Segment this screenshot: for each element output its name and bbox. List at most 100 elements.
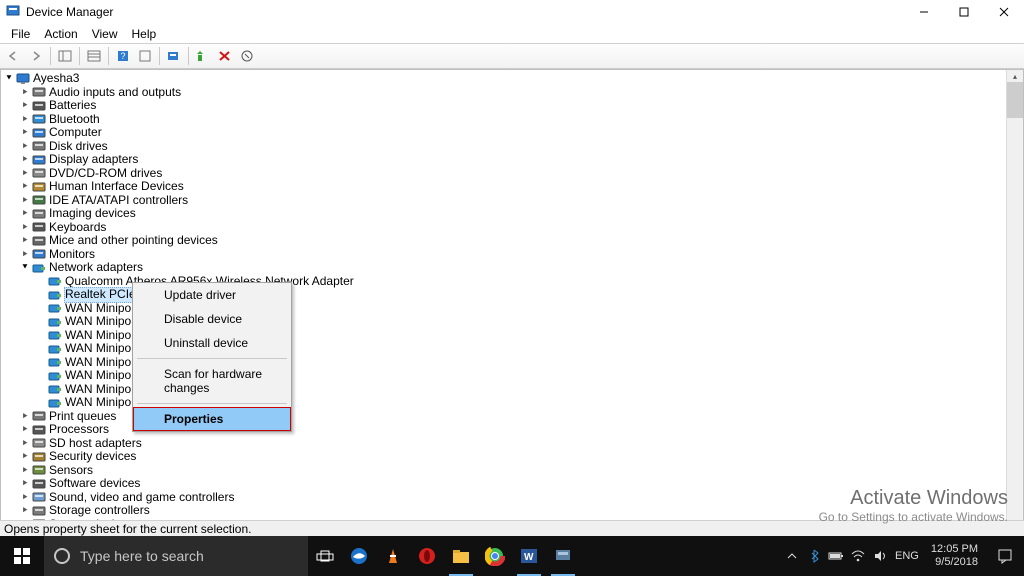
clock-time: 12:05 PM [931, 543, 978, 556]
tree-row[interactable]: ⯈Security devices [3, 450, 1023, 464]
tree-label: Human Interface Devices [49, 180, 184, 194]
tree-row[interactable]: ⯈Sensors [3, 464, 1023, 478]
expand-arrow-icon[interactable]: ⯈ [19, 167, 31, 179]
tray-battery-icon[interactable] [825, 536, 847, 576]
help-button[interactable]: ? [113, 46, 133, 66]
action-center-button[interactable] [986, 536, 1024, 576]
scroll-thumb[interactable] [1007, 82, 1023, 118]
menu-item-properties[interactable]: Properties [133, 407, 291, 431]
expand-arrow-icon[interactable]: ⯈ [19, 478, 31, 490]
tray-bluetooth-icon[interactable] [803, 536, 825, 576]
nav-forward-button[interactable] [26, 46, 46, 66]
tree-label: Storage controllers [49, 504, 150, 518]
tree-row[interactable]: ⯈Monitors [3, 248, 1023, 262]
device-icon [31, 153, 46, 166]
start-button[interactable] [0, 536, 44, 576]
expand-arrow-icon[interactable]: ⯈ [19, 194, 31, 206]
task-view-button[interactable] [308, 536, 342, 576]
expand-arrow-icon[interactable]: ⯈ [19, 100, 31, 112]
tray-clock[interactable]: 12:05 PM 9/5/2018 [923, 543, 986, 569]
tree-row[interactable]: ⯈ Human Interface Devices [3, 180, 1023, 194]
taskbar-app-explorer[interactable] [444, 536, 478, 576]
tree-row[interactable]: ⯈ Imaging devices [3, 207, 1023, 221]
tree-row[interactable]: ⯈Software devices [3, 477, 1023, 491]
expand-arrow-icon[interactable]: ⯈ [19, 491, 31, 503]
taskbar-app-edge[interactable] [342, 536, 376, 576]
update-driver-button[interactable] [193, 46, 213, 66]
expand-arrow-icon[interactable]: ⯈ [19, 505, 31, 517]
tree-row[interactable]: ⯈Display adapters [3, 153, 1023, 167]
close-button[interactable] [984, 0, 1024, 24]
toolbar-details-button[interactable] [84, 46, 104, 66]
collapse-arrow-icon[interactable]: ⯆ [19, 262, 31, 274]
menu-item-scan-hardware[interactable]: Scan for hardware changes [133, 362, 291, 400]
menu-help[interactable]: Help [125, 25, 164, 43]
device-icon [31, 491, 46, 504]
status-bar: Opens property sheet for the current sel… [0, 520, 1024, 536]
menu-file[interactable]: File [4, 25, 37, 43]
tree-label: Keyboards [49, 221, 106, 235]
tree-row[interactable]: ⯈Mice and other pointing devices [3, 234, 1023, 248]
menu-item-uninstall-device[interactable]: Uninstall device [133, 331, 291, 355]
taskbar-app-vlc[interactable] [376, 536, 410, 576]
tree-row[interactable]: ⯆Ayesha3 [3, 72, 1023, 86]
expand-arrow-icon[interactable]: ⯈ [19, 437, 31, 449]
tray-volume-icon[interactable] [869, 536, 891, 576]
tree-row[interactable]: ⯈Batteries [3, 99, 1023, 113]
expand-arrow-icon[interactable]: ⯈ [19, 424, 31, 436]
expand-arrow-icon[interactable]: ⯈ [19, 235, 31, 247]
nav-back-button[interactable] [4, 46, 24, 66]
tree-row[interactable]: ⯈Audio inputs and outputs [3, 86, 1023, 100]
tray-wifi-icon[interactable] [847, 536, 869, 576]
expand-arrow-icon[interactable]: ⯈ [19, 113, 31, 125]
taskbar-app-opera[interactable] [410, 536, 444, 576]
device-icon [31, 450, 46, 463]
expand-arrow-icon[interactable]: ⯈ [19, 127, 31, 139]
minimize-button[interactable] [904, 0, 944, 24]
collapse-arrow-icon[interactable]: ⯆ [3, 73, 15, 85]
tree-label: WAN Miniport [65, 302, 139, 316]
tree-row[interactable]: ⯈IDE ATA/ATAPI controllers [3, 194, 1023, 208]
taskbar-search[interactable]: Type here to search [44, 536, 308, 576]
tree-row[interactable]: ⯈DVD/CD-ROM drives [3, 167, 1023, 181]
tree-row[interactable]: ⯈Disk drives [3, 140, 1023, 154]
expand-arrow-icon[interactable]: ⯈ [19, 464, 31, 476]
menu-view[interactable]: View [85, 25, 125, 43]
taskbar-app-devmgr[interactable] [546, 536, 580, 576]
expand-arrow-icon[interactable]: ⯈ [19, 86, 31, 98]
tree-row[interactable]: ⯈SD host adapters [3, 437, 1023, 451]
scan-hardware-button[interactable] [164, 46, 184, 66]
tree-row[interactable]: ⯈ Storage controllers [3, 504, 1023, 518]
tree-row[interactable]: ⯈Sound, video and game controllers [3, 491, 1023, 505]
device-icon [31, 437, 46, 450]
expand-arrow-icon[interactable]: ⯈ [19, 181, 31, 193]
menu-item-disable-device[interactable]: Disable device [133, 307, 291, 331]
expand-arrow-icon[interactable]: ⯈ [19, 221, 31, 233]
tree-row[interactable]: ⯆Network adapters [3, 261, 1023, 275]
expand-arrow-icon[interactable]: ⯈ [19, 154, 31, 166]
maximize-button[interactable] [944, 0, 984, 24]
expand-arrow-icon[interactable]: ⯈ [19, 208, 31, 220]
tree-label: Imaging devices [49, 207, 136, 221]
tray-overflow-icon[interactable] [781, 536, 803, 576]
toolbar-icon[interactable] [135, 46, 155, 66]
disable-button[interactable] [237, 46, 257, 66]
menu-item-update-driver[interactable]: Update driver [133, 283, 291, 307]
vertical-scrollbar[interactable]: ▴ ▾ [1006, 70, 1023, 535]
device-icon [31, 464, 46, 477]
tree-row[interactable]: ⯈ Keyboards [3, 221, 1023, 235]
tree-row[interactable]: ⯈Bluetooth [3, 113, 1023, 127]
uninstall-button[interactable] [215, 46, 235, 66]
expand-arrow-icon[interactable]: ⯈ [19, 410, 31, 422]
taskbar-app-word[interactable]: W [512, 536, 546, 576]
taskbar-app-chrome[interactable] [478, 536, 512, 576]
tree-label: WAN Miniport [65, 342, 139, 356]
show-hide-tree-button[interactable] [55, 46, 75, 66]
scroll-up-arrow[interactable]: ▴ [1007, 70, 1023, 82]
expand-arrow-icon[interactable]: ⯈ [19, 140, 31, 152]
expand-arrow-icon[interactable]: ⯈ [19, 248, 31, 260]
expand-arrow-icon[interactable]: ⯈ [19, 451, 31, 463]
tree-row[interactable]: ⯈Computer [3, 126, 1023, 140]
menu-action[interactable]: Action [37, 25, 84, 43]
tray-language[interactable]: ENG [891, 536, 923, 576]
